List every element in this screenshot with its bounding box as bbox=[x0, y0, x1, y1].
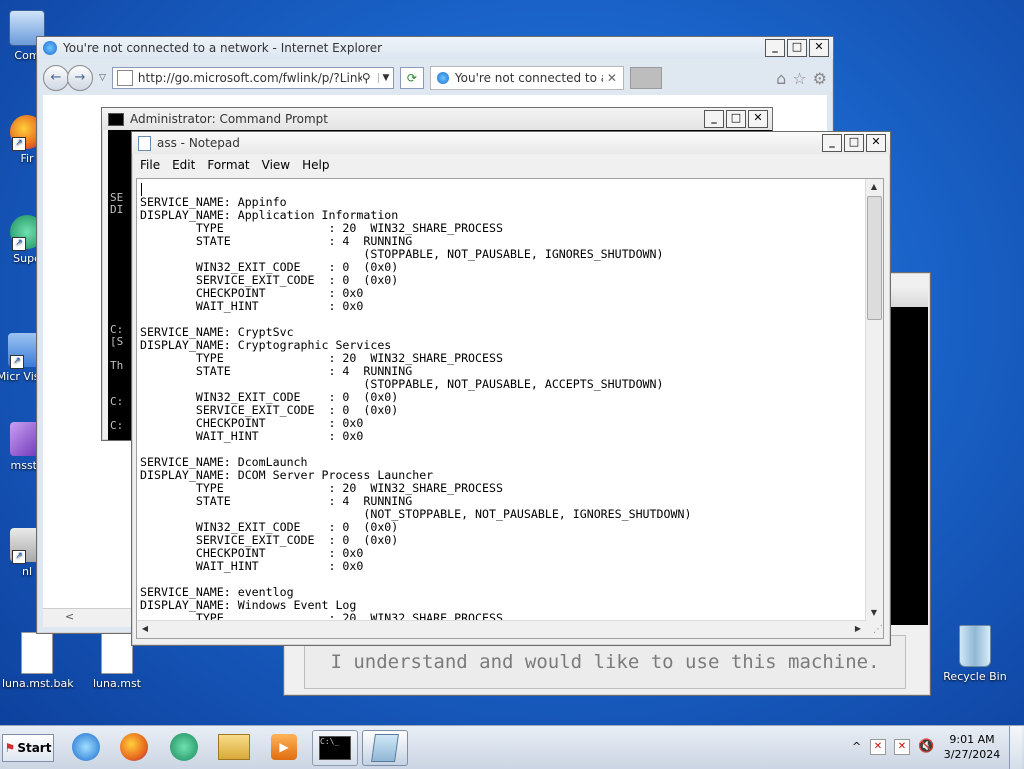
desktop-icon-label: Recycle Bin bbox=[943, 670, 1007, 683]
cmd-app-icon bbox=[108, 112, 124, 126]
desktop-icon-recycle-bin[interactable]: Recycle Bin bbox=[939, 625, 1011, 683]
desktop-icon-label: luna.mst.bak bbox=[2, 677, 74, 690]
notepad-app-icon bbox=[138, 135, 151, 151]
new-tab-button[interactable] bbox=[629, 67, 662, 89]
close-button[interactable]: ✕ bbox=[866, 134, 886, 152]
taskbar-firefox[interactable] bbox=[112, 730, 156, 764]
scroll-right-icon[interactable]: ▶ bbox=[850, 621, 866, 637]
menu-help[interactable]: Help bbox=[302, 158, 329, 172]
firefox-icon bbox=[120, 733, 148, 761]
scroll-left-icon[interactable]: < bbox=[65, 610, 74, 623]
consent-message: I understand and would like to use this … bbox=[330, 651, 880, 673]
notepad-window[interactable]: ass - Notepad _ □ ✕ File Edit Format Vie… bbox=[131, 131, 891, 646]
vertical-scroll-thumb[interactable] bbox=[867, 196, 882, 320]
notepad-window-controls: _ □ ✕ bbox=[822, 134, 886, 152]
address-bar[interactable]: http://go.microsoft.com/fwlink/p/?LinkId… bbox=[111, 67, 394, 89]
maximize-button[interactable]: □ bbox=[726, 110, 746, 128]
refresh-button[interactable]: ⟳ bbox=[399, 67, 424, 89]
windows-flag-icon: ⚑ bbox=[4, 741, 16, 755]
system-tray: ^ ✕ ✕ 🔇 9:01 AM 3/27/2024 bbox=[846, 726, 1022, 769]
action-center-icon[interactable]: ✕ bbox=[870, 739, 886, 755]
menu-file[interactable]: File bbox=[140, 158, 160, 172]
chevron-down-icon[interactable]: ▽ bbox=[99, 73, 106, 83]
notepad-menubar: File Edit Format View Help bbox=[136, 155, 329, 175]
clock[interactable]: 9:01 AM 3/27/2024 bbox=[940, 732, 1004, 762]
taskbar-media-player[interactable]: ▶ bbox=[262, 730, 306, 764]
clock-time: 9:01 AM bbox=[949, 733, 995, 746]
file-icon bbox=[101, 632, 133, 674]
desktop-icon-label: Fir bbox=[20, 152, 34, 165]
menu-view[interactable]: View bbox=[262, 158, 290, 172]
taskbar-cmd[interactable]: C:\_ bbox=[312, 730, 358, 766]
notepad-titlebar[interactable]: ass - Notepad bbox=[132, 132, 890, 154]
media-player-icon: ▶ bbox=[271, 734, 297, 760]
recycle-bin-icon bbox=[959, 625, 991, 667]
notepad-vertical-scrollbar[interactable]: ▲ ▼ bbox=[865, 179, 883, 621]
url-text: http://go.microsoft.com/fwlink/p/?LinkId bbox=[137, 71, 362, 85]
folder-icon bbox=[218, 734, 250, 760]
scroll-down-icon[interactable]: ▼ bbox=[866, 605, 882, 621]
notepad-icon bbox=[371, 734, 399, 762]
text-cursor bbox=[141, 183, 142, 196]
taskbar-explorer[interactable] bbox=[212, 730, 256, 764]
file-icon bbox=[21, 632, 53, 674]
page-icon bbox=[116, 70, 133, 86]
close-button[interactable]: ✕ bbox=[809, 39, 829, 57]
notepad-editor[interactable]: SERVICE_NAME: Appinfo DISPLAY_NAME: Appl… bbox=[136, 178, 884, 639]
forward-button[interactable]: → bbox=[67, 65, 93, 91]
minimize-button[interactable]: _ bbox=[822, 134, 842, 152]
tab-close-icon[interactable]: ✕ bbox=[607, 71, 617, 85]
tab-title: You're not connected to a ... bbox=[454, 71, 603, 85]
ie-window-controls: _ □ ✕ bbox=[765, 39, 829, 57]
ie-titlebar[interactable]: You're not connected to a network - Inte… bbox=[37, 37, 833, 59]
desktop-icon-luna-mst-bak[interactable]: luna.mst.bak bbox=[2, 632, 74, 690]
ie-tab-icon bbox=[436, 72, 449, 84]
close-button[interactable]: ✕ bbox=[748, 110, 768, 128]
ie-title: You're not connected to a network - Inte… bbox=[63, 41, 383, 55]
ie-navbar: ← → ▽ http://go.microsoft.com/fwlink/p/?… bbox=[43, 63, 827, 93]
back-button[interactable]: ← bbox=[43, 65, 69, 91]
start-label: Start bbox=[17, 741, 52, 755]
clock-date: 3/27/2024 bbox=[943, 748, 1001, 761]
command-prompt-icon: C:\_ bbox=[319, 736, 351, 760]
desktop-icon-label: nl bbox=[21, 565, 33, 578]
notepad-text[interactable]: SERVICE_NAME: Appinfo DISPLAY_NAME: Appl… bbox=[140, 183, 865, 621]
maximize-button[interactable]: □ bbox=[844, 134, 864, 152]
cmd-title: Administrator: Command Prompt bbox=[130, 112, 328, 126]
browser-tab[interactable]: You're not connected to a ... ✕ bbox=[429, 66, 624, 90]
scroll-up-icon[interactable]: ▲ bbox=[866, 179, 882, 195]
taskbar-ie[interactable] bbox=[64, 730, 108, 764]
home-icon[interactable]: ⌂ bbox=[776, 69, 786, 88]
network-icon[interactable]: ✕ bbox=[894, 739, 910, 755]
app-icon bbox=[170, 733, 198, 761]
notepad-horizontal-scrollbar[interactable]: ◀ ▶ bbox=[137, 620, 866, 638]
show-desktop-button[interactable] bbox=[1009, 726, 1022, 769]
minimize-button[interactable]: _ bbox=[765, 39, 785, 57]
internet-explorer-icon bbox=[72, 733, 100, 761]
ie-app-icon bbox=[43, 41, 57, 55]
cmd-window-controls: _ □ ✕ bbox=[704, 110, 768, 128]
taskbar-app[interactable] bbox=[162, 730, 206, 764]
menu-format[interactable]: Format bbox=[207, 158, 249, 172]
size-grip-icon[interactable]: ⋰ bbox=[866, 621, 883, 638]
start-button[interactable]: ⚑ Start bbox=[2, 734, 54, 762]
gear-icon[interactable]: ⚙ bbox=[813, 69, 827, 88]
maximize-button[interactable]: □ bbox=[787, 39, 807, 57]
address-dropdown[interactable]: ▼ bbox=[377, 73, 393, 83]
search-icon[interactable]: ⚲ bbox=[362, 71, 378, 85]
show-hidden-icons-icon[interactable]: ^ bbox=[852, 740, 861, 753]
favorites-star-icon[interactable]: ☆ bbox=[792, 69, 806, 88]
notepad-title: ass - Notepad bbox=[157, 136, 240, 150]
cmd-titlebar[interactable]: Administrator: Command Prompt bbox=[102, 108, 772, 130]
minimize-button[interactable]: _ bbox=[704, 110, 724, 128]
taskbar-notepad[interactable] bbox=[362, 730, 408, 766]
volume-muted-icon[interactable]: 🔇 bbox=[918, 739, 934, 754]
ie-hscroll[interactable]: < bbox=[43, 608, 143, 627]
scroll-left-icon[interactable]: ◀ bbox=[137, 621, 153, 637]
taskbar: ⚑ Start ▶ C:\_ ^ ✕ ✕ 🔇 9:01 AM 3/27/2024 bbox=[0, 725, 1024, 769]
desktop-icon-label: luna.mst bbox=[93, 677, 141, 690]
menu-edit[interactable]: Edit bbox=[172, 158, 195, 172]
